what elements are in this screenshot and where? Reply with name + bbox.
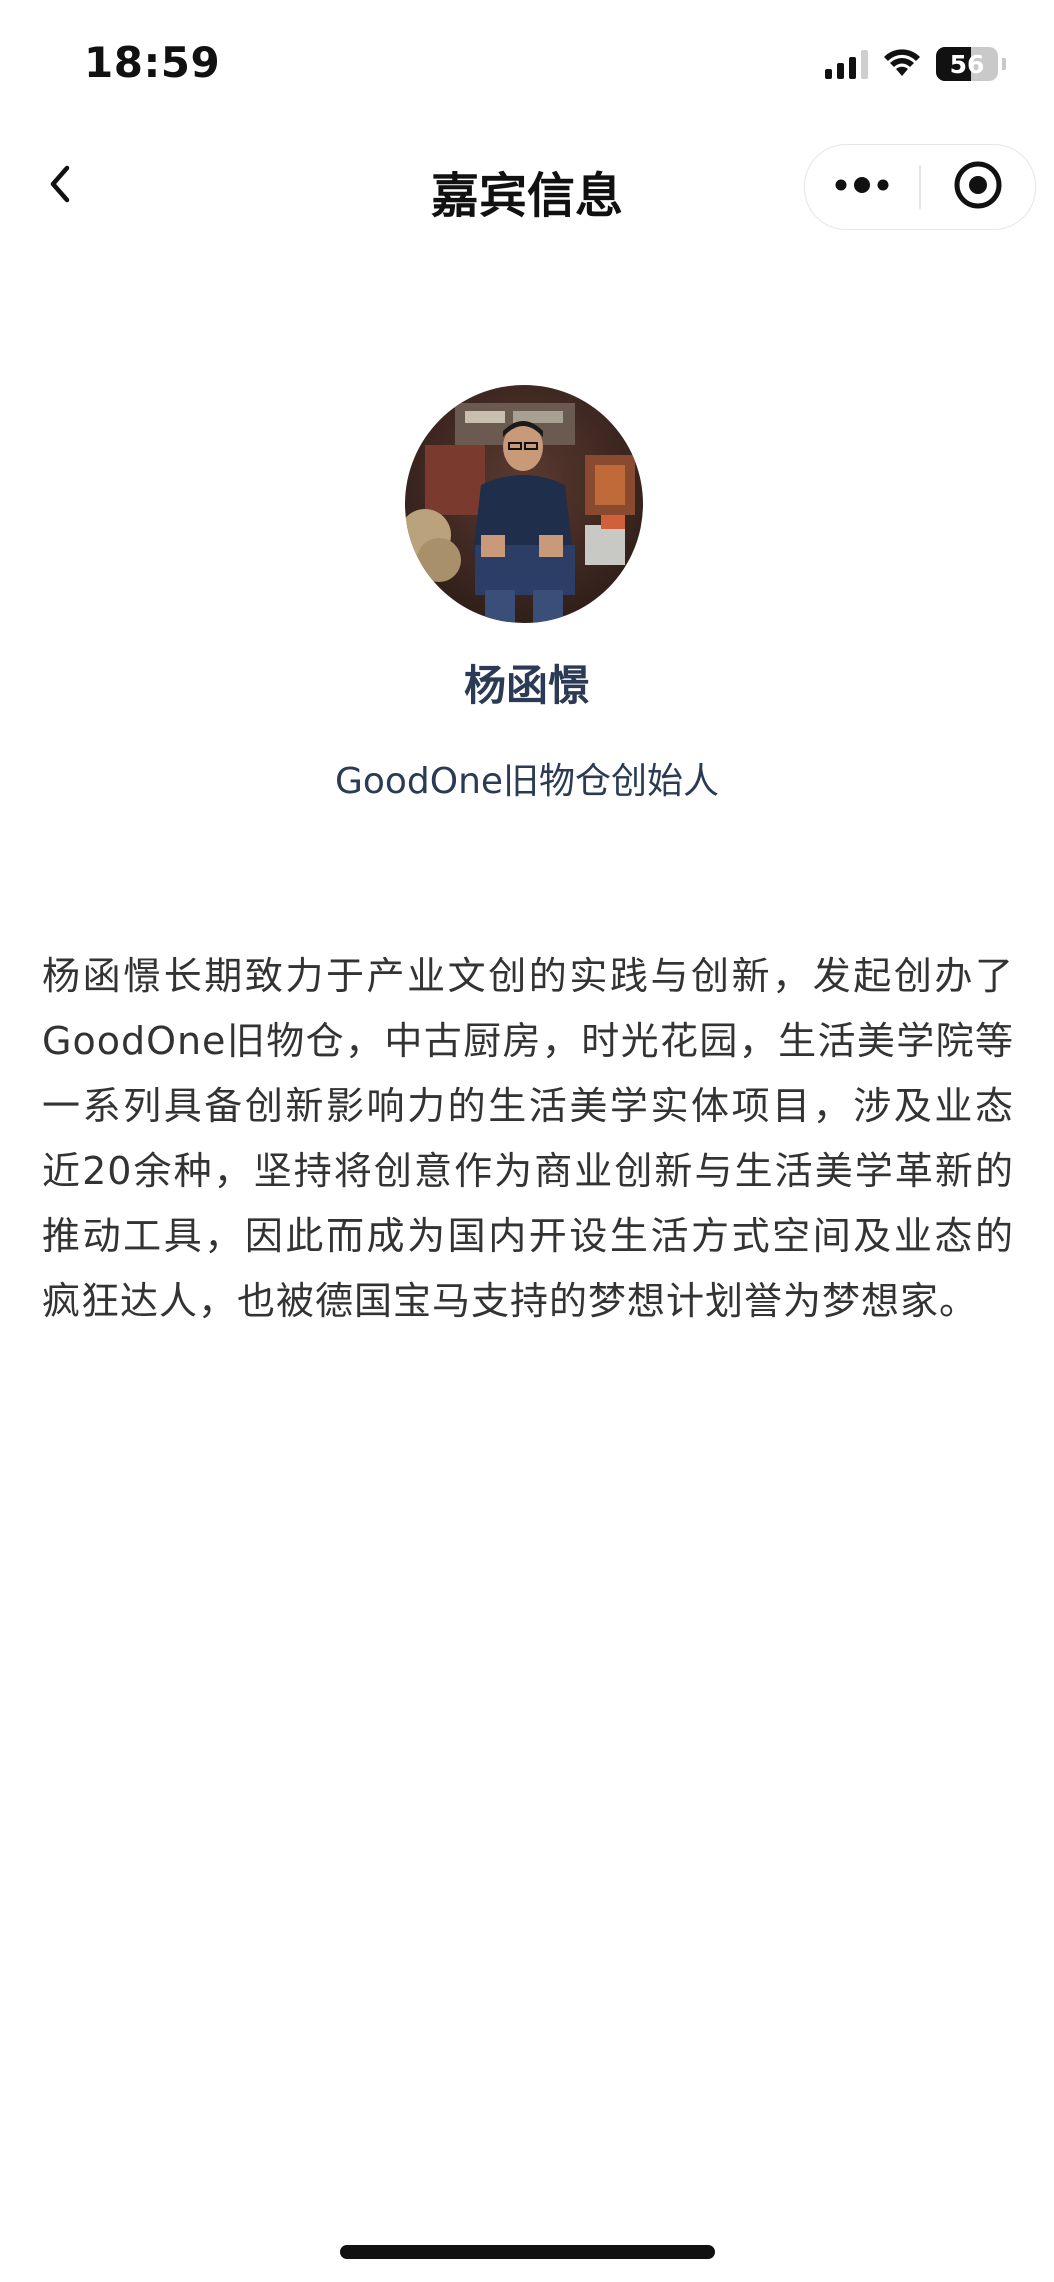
home-indicator[interactable] (340, 2245, 715, 2259)
status-time: 18:59 (84, 38, 221, 87)
guest-portrait-photo (405, 385, 643, 623)
battery-icon: 56 (936, 47, 998, 81)
signal-icon (825, 49, 868, 79)
battery-tip (1002, 58, 1006, 70)
wifi-icon (882, 46, 922, 82)
guest-bio: 杨函憬长期致力于产业文创的实践与创新，发起创办了GoodOne旧物仓，中古厨房，… (42, 954, 1014, 1323)
more-dots-icon (834, 175, 890, 199)
more-button[interactable] (805, 145, 919, 229)
mini-program-capsule (804, 144, 1036, 230)
target-close-icon (952, 159, 1004, 215)
close-mini-program-button[interactable] (921, 145, 1035, 229)
status-bar: 18:59 56 (0, 0, 1054, 130)
guest-title: GoodOne旧物仓创始人 (334, 761, 720, 802)
status-icons: 56 (825, 44, 1006, 84)
guest-name: 杨函憬 (463, 661, 590, 710)
nav-bar: 嘉宾信息 (0, 130, 1054, 242)
guest-avatar (405, 385, 643, 623)
battery-percent: 56 (949, 49, 985, 79)
